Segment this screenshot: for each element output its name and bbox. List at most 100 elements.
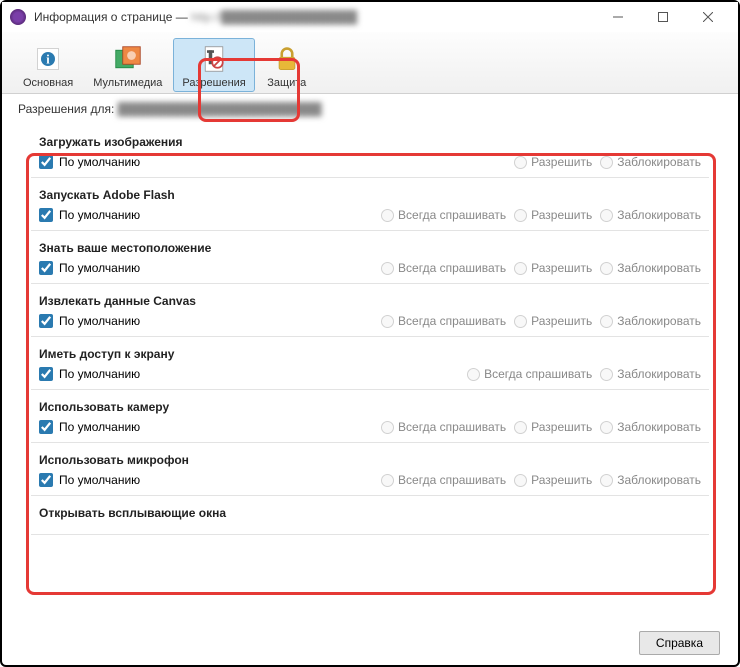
minimize-button[interactable]	[595, 2, 640, 32]
radio-block[interactable]: Заблокировать	[600, 155, 701, 169]
permission-title: Загружать изображения	[39, 135, 701, 149]
tab-permissions[interactable]: Разрешения	[173, 38, 254, 92]
radio-input[interactable]	[514, 262, 527, 275]
default-checkbox[interactable]	[39, 155, 53, 169]
tab-security[interactable]: Защита	[257, 38, 317, 92]
radio-input[interactable]	[600, 156, 613, 169]
permission-title: Использовать камеру	[39, 400, 701, 414]
radio-block[interactable]: Заблокировать	[600, 473, 701, 487]
tab-general[interactable]: i Основная	[14, 38, 82, 92]
permission-title: Извлекать данные Canvas	[39, 294, 701, 308]
default-checkbox-wrap[interactable]: По умолчанию	[39, 261, 239, 275]
permission-row: Использовать микрофон По умолчанию Всегда …	[31, 443, 709, 496]
tab-label: Разрешения	[182, 77, 245, 89]
radio-input[interactable]	[514, 156, 527, 169]
radio-input[interactable]	[600, 368, 613, 381]
permission-title: Использовать микрофон	[39, 453, 701, 467]
radio-always_ask[interactable]: Всегда спрашивать	[381, 208, 506, 222]
default-label: По умолчанию	[59, 208, 140, 222]
default-checkbox-wrap[interactable]: По умолчанию	[39, 473, 239, 487]
radio-always_ask[interactable]: Всегда спрашивать	[381, 420, 506, 434]
radio-allow[interactable]: Разрешить	[514, 208, 592, 222]
radio-input[interactable]	[514, 315, 527, 328]
radio-allow[interactable]: Разрешить	[514, 473, 592, 487]
radio-label: Всегда спрашивать	[398, 314, 506, 328]
radio-allow[interactable]: Разрешить	[514, 155, 592, 169]
info-icon: i	[32, 43, 64, 75]
default-checkbox[interactable]	[39, 367, 53, 381]
radio-group: Всегда спрашивать Разрешить Заблокировать	[361, 473, 701, 487]
radio-input[interactable]	[381, 209, 394, 222]
maximize-button[interactable]	[640, 2, 685, 32]
permission-row: Запускать Adobe Flash По умолчанию Всегда …	[31, 178, 709, 231]
permissions-list[interactable]: Загружать изображения По умолчанию Разреши…	[30, 124, 710, 556]
radio-group: Всегда спрашивать Разрешить Заблокировать	[361, 314, 701, 328]
permission-title: Запускать Adobe Flash	[39, 188, 701, 202]
radio-block[interactable]: Заблокировать	[600, 367, 701, 381]
default-checkbox[interactable]	[39, 208, 53, 222]
radio-allow[interactable]: Разрешить	[514, 420, 592, 434]
subheader-label: Разрешения для:	[18, 102, 114, 116]
radio-label: Разрешить	[531, 473, 592, 487]
permission-title: Открывать всплывающие окна	[39, 506, 701, 520]
window-controls	[595, 2, 730, 32]
default-label: По умолчанию	[59, 420, 140, 434]
titlebar: Информация о странице — http://█████████…	[2, 2, 738, 32]
title-prefix: Информация о странице —	[34, 10, 191, 24]
radio-input[interactable]	[600, 262, 613, 275]
default-checkbox[interactable]	[39, 314, 53, 328]
default-checkbox[interactable]	[39, 261, 53, 275]
footer: Справка	[639, 631, 720, 655]
radio-label: Заблокировать	[617, 261, 701, 275]
radio-input[interactable]	[381, 262, 394, 275]
radio-always_ask[interactable]: Всегда спрашивать	[381, 261, 506, 275]
radio-allow[interactable]: Разрешить	[514, 314, 592, 328]
radio-always_ask[interactable]: Всегда спрашивать	[467, 367, 592, 381]
media-icon	[112, 43, 144, 75]
default-checkbox-wrap[interactable]: По умолчанию	[39, 420, 239, 434]
tab-media[interactable]: Мультимедиа	[84, 38, 171, 92]
default-label: По умолчанию	[59, 261, 140, 275]
radio-block[interactable]: Заблокировать	[600, 420, 701, 434]
radio-input[interactable]	[600, 209, 613, 222]
radio-input[interactable]	[381, 474, 394, 487]
default-label: По умолчанию	[59, 367, 140, 381]
tab-label: Защита	[267, 77, 306, 89]
subheader-url: ████████████████████████	[118, 102, 322, 116]
radio-input[interactable]	[514, 209, 527, 222]
help-button[interactable]: Справка	[639, 631, 720, 655]
radio-input[interactable]	[600, 474, 613, 487]
radio-always_ask[interactable]: Всегда спрашивать	[381, 473, 506, 487]
close-button[interactable]	[685, 2, 730, 32]
radio-input[interactable]	[600, 315, 613, 328]
radio-always_ask[interactable]: Всегда спрашивать	[381, 314, 506, 328]
permission-row: Загружать изображения По умолчанию Разреши…	[31, 125, 709, 178]
permission-row: Извлекать данные Canvas По умолчанию Всегд…	[31, 284, 709, 337]
radio-block[interactable]: Заблокировать	[600, 261, 701, 275]
radio-input[interactable]	[467, 368, 480, 381]
radio-label: Разрешить	[531, 208, 592, 222]
radio-input[interactable]	[514, 421, 527, 434]
radio-input[interactable]	[381, 421, 394, 434]
radio-input[interactable]	[381, 315, 394, 328]
default-checkbox-wrap[interactable]: По умолчанию	[39, 314, 239, 328]
tab-label: Мультимедиа	[93, 77, 162, 89]
default-checkbox-wrap[interactable]: По умолчанию	[39, 367, 239, 381]
radio-label: Заблокировать	[617, 367, 701, 381]
permission-row: Знать ваше местоположениеПо умолчаниюВсе…	[31, 231, 709, 284]
radio-allow[interactable]: Разрешить	[514, 261, 592, 275]
radio-block[interactable]: Заблокировать	[600, 208, 701, 222]
radio-input[interactable]	[514, 474, 527, 487]
default-checkbox-wrap[interactable]: По умолчанию	[39, 208, 239, 222]
radio-group: Всегда спрашивать Разрешить Заблокировать	[361, 208, 701, 222]
permission-row: Использовать камеру По умолчанию Всегда сп…	[31, 390, 709, 443]
default-label: По умолчанию	[59, 155, 140, 169]
radio-label: Разрешить	[531, 261, 592, 275]
default-checkbox[interactable]	[39, 420, 53, 434]
lock-icon	[271, 43, 303, 75]
default-checkbox[interactable]	[39, 473, 53, 487]
default-checkbox-wrap[interactable]: По умолчанию	[39, 155, 239, 169]
radio-group: Всегда спрашивать Заблокировать	[361, 367, 701, 381]
radio-input[interactable]	[600, 421, 613, 434]
radio-block[interactable]: Заблокировать	[600, 314, 701, 328]
